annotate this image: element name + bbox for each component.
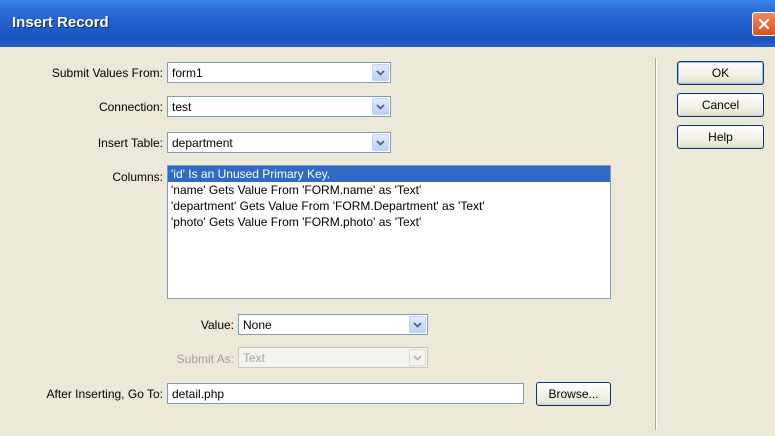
value-select[interactable]: None — [238, 314, 428, 335]
value-label: Value: — [200, 318, 234, 332]
columns-label: Columns: — [112, 170, 163, 184]
dialog-title: Insert Record — [12, 14, 109, 31]
insert-table-value: department — [172, 136, 233, 150]
submit-as-select: Text — [238, 347, 428, 368]
value-select-value: None — [243, 318, 272, 332]
chevron-down-icon[interactable] — [409, 316, 426, 333]
connection-label: Connection: — [98, 100, 163, 114]
chevron-down-icon[interactable] — [372, 134, 389, 151]
browse-button[interactable]: Browse... — [536, 382, 611, 406]
submit-values-from-select[interactable]: form1 — [167, 62, 391, 83]
insert-record-dialog: Insert Record Submit Values From: form1 … — [0, 0, 775, 436]
submit-as-value: Text — [243, 351, 266, 365]
after-inserting-input[interactable]: detail.php — [167, 383, 524, 404]
list-item[interactable]: 'id' Is an Unused Primary Key. — [168, 166, 610, 182]
list-item[interactable]: 'name' Gets Value From 'FORM.name' as 'T… — [168, 182, 610, 198]
divider — [655, 58, 657, 430]
submit-as-label: Submit As: — [176, 352, 234, 366]
insert-table-select[interactable]: department — [167, 132, 391, 153]
help-button[interactable]: Help — [677, 125, 764, 149]
columns-listbox[interactable]: 'id' Is an Unused Primary Key. 'name' Ge… — [167, 165, 611, 299]
connection-value: test — [172, 100, 192, 114]
list-item[interactable]: 'photo' Gets Value From 'FORM.photo' as … — [168, 214, 610, 230]
after-inserting-value: detail.php — [172, 387, 225, 401]
connection-select[interactable]: test — [167, 96, 391, 117]
chevron-down-icon[interactable] — [372, 98, 389, 115]
cancel-button[interactable]: Cancel — [677, 93, 764, 117]
list-item[interactable]: 'department' Gets Value From 'FORM.Depar… — [168, 198, 610, 214]
after-inserting-label: After Inserting, Go To: — [46, 387, 163, 401]
ok-button[interactable]: OK — [677, 61, 764, 85]
close-icon — [758, 18, 770, 30]
submit-values-from-value: form1 — [172, 66, 203, 80]
chevron-down-icon[interactable] — [372, 64, 389, 81]
title-bar[interactable]: Insert Record — [0, 0, 775, 47]
submit-values-from-label: Submit Values From: — [51, 66, 163, 80]
insert-table-label: Insert Table: — [97, 136, 163, 150]
chevron-down-icon — [409, 349, 426, 366]
close-button[interactable] — [752, 12, 775, 36]
